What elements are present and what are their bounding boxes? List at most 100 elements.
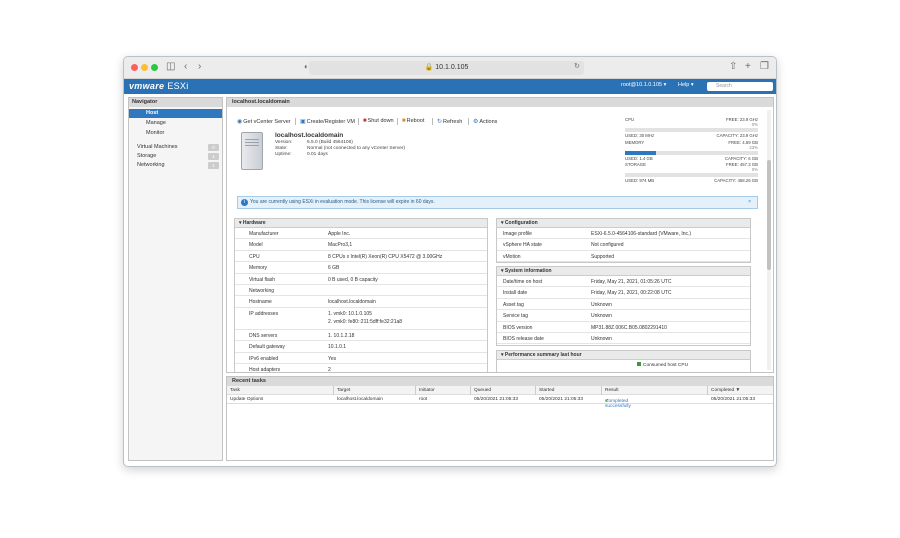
- help-menu[interactable]: Help ▾: [678, 82, 694, 88]
- nav-item-networking[interactable]: Networking 1: [129, 161, 222, 170]
- row-label: Memory: [249, 265, 268, 272]
- back-icon[interactable]: ‹: [184, 61, 187, 73]
- col-queued[interactable]: Queued: [474, 388, 491, 393]
- row-value: 1. 10.1.2.18: [328, 332, 355, 339]
- row-value: Yes: [328, 355, 337, 362]
- cpu-resource: CPU FREE: 23.9 GHz 0% USED: 30 MHz CAPACIT…: [625, 117, 758, 138]
- row-value: Not configured: [591, 242, 624, 249]
- row-value: ESXi-6.5.0-4564106-standard (VMware, Inc…: [591, 231, 692, 237]
- hardware-panel: ▾ Hardware Manufacturer Apple Inc. Model Ma…: [234, 218, 488, 373]
- row-value: Supported: [591, 253, 615, 260]
- row-value: Unknown: [591, 313, 612, 320]
- new-tab-icon[interactable]: +: [745, 61, 751, 73]
- host-uptime: 0.01 days: [307, 152, 328, 157]
- row-label: Host adapters: [249, 366, 281, 373]
- vmware-logo: vmware ESXi: [129, 81, 189, 91]
- address-bar[interactable]: 🔒 10.1.0.105: [309, 61, 584, 75]
- performance-panel: ▾ Performance summary last hour Consumed…: [496, 350, 751, 372]
- create-register-vm-button[interactable]: ▣Create/Register VM: [300, 118, 355, 125]
- row-label: Networking: [249, 287, 275, 294]
- lock-icon: 🔒: [424, 64, 436, 71]
- host-state: Normal (not connected to any vCenter Ser…: [307, 146, 406, 151]
- nav-item-host[interactable]: Host: [129, 109, 222, 118]
- evaluation-notice: i You are currently using ESXi in evalua…: [237, 196, 758, 209]
- info-icon: i: [241, 199, 248, 206]
- host-name: localhost.localdomain: [275, 132, 344, 139]
- table-row: BIOS version MP31.88Z.006C.B05.0802291410: [497, 322, 750, 333]
- navigator-title: Navigator: [129, 98, 222, 107]
- get-vcenter-button[interactable]: ◉Get vCenter Server: [237, 118, 291, 125]
- col-completed[interactable]: Completed ▼: [711, 388, 740, 393]
- nav-item-storage[interactable]: Storage 1: [129, 152, 222, 161]
- row-value: Friday, May 21, 2021, 00:22:08 UTC: [591, 290, 672, 297]
- row-value: MacPro3,1: [328, 242, 353, 249]
- row-label: Date/time on host: [503, 279, 543, 285]
- close-notice-icon[interactable]: ×: [748, 197, 751, 208]
- chart-legend: Consumed host CPU: [637, 362, 688, 368]
- storage-usage-bar: [625, 173, 758, 177]
- system-information-header[interactable]: ▾ System information: [497, 267, 750, 276]
- browser-window: ◫ ‹ › ◐ 🔒 10.1.0.105 ↻ ⇧ + ❐ vmware ESXi …: [123, 56, 777, 467]
- row-value: 1. vmk0: 10.1.0.105: [328, 310, 372, 317]
- row-label: CPU: [249, 253, 260, 260]
- zoom-window-button[interactable]: [151, 64, 158, 71]
- row-label: Default gateway: [249, 344, 285, 351]
- close-window-button[interactable]: [131, 64, 138, 71]
- table-row: Memory 6 GB: [235, 262, 487, 274]
- table-row: Image profile ESXi-6.5.0-4564106-standard…: [497, 228, 750, 240]
- row-label: vSphere HA state: [503, 242, 542, 249]
- row-label: Service tag: [503, 313, 529, 320]
- table-row: IP addresses 1. vmk0: 10.1.0.105 2. vmk0: …: [235, 308, 487, 330]
- reload-icon[interactable]: ↻: [574, 61, 580, 73]
- share-icon[interactable]: ⇧: [729, 61, 737, 73]
- row-label: IP addresses: [249, 310, 279, 317]
- table-row: IPv6 enabled Yes: [235, 353, 487, 364]
- configuration-header[interactable]: ▾ Configuration: [497, 219, 750, 228]
- server-icon: [241, 132, 263, 170]
- row-value: 6 GB: [328, 265, 340, 272]
- row-label: Asset tag: [503, 301, 524, 308]
- main-scrollbar[interactable]: [767, 110, 771, 370]
- nav-item-virtual-machines[interactable]: Virtual Machines 0: [129, 143, 222, 152]
- nav-item-manage[interactable]: Manage: [129, 118, 222, 128]
- storage-resource: STORAGE FREE: 457.3 GB 0% USED: 974 MB CAP…: [625, 162, 758, 183]
- nav-item-monitor[interactable]: Monitor: [129, 128, 222, 138]
- cpu-usage-bar: [625, 128, 758, 132]
- reboot-button[interactable]: ■Reboot: [402, 118, 424, 124]
- row-label: IPv6 enabled: [249, 355, 279, 362]
- address-text: 10.1.0.105: [435, 64, 469, 71]
- shut-down-button[interactable]: ■Shut down: [363, 118, 394, 124]
- col-target[interactable]: Target: [337, 388, 350, 393]
- row-value: Apple Inc.: [328, 231, 351, 237]
- row-label: DNS servers: [249, 332, 278, 339]
- row-value: 2. vmk0: fe80::211:5dff:fe32:21a8: [328, 318, 403, 325]
- col-started[interactable]: Started: [539, 388, 554, 393]
- col-initiator[interactable]: Initiator: [419, 388, 435, 393]
- col-result[interactable]: Result: [605, 388, 619, 393]
- row-label: Install date: [503, 290, 528, 297]
- table-row: Virtual flash 0 B used, 0 B capacity: [235, 274, 487, 285]
- table-row: Networking: [235, 285, 487, 297]
- row-label: Hostname: [249, 299, 272, 306]
- minimize-window-button[interactable]: [141, 64, 148, 71]
- row-label: BIOS version: [503, 324, 533, 331]
- browser-toolbar: ◫ ‹ › ◐ 🔒 10.1.0.105 ↻ ⇧ + ❐: [124, 57, 776, 79]
- tabs-overview-icon[interactable]: ❐: [760, 61, 769, 73]
- row-label: BIOS release date: [503, 335, 544, 342]
- actions-button[interactable]: ⚙Actions: [473, 118, 497, 125]
- performance-header[interactable]: ▾ Performance summary last hour: [497, 351, 750, 360]
- row-value: MP31.88Z.006C.B05.0802291410: [591, 324, 667, 331]
- table-row: Date/time on host Friday, May 21, 2021, 0…: [497, 276, 750, 288]
- host-version: 6.5.0 (Build 4564106): [307, 140, 353, 145]
- configuration-panel: ▾ Configuration Image profile ESXi-6.5.0-…: [496, 218, 751, 263]
- host-uptime-label: Uptime:: [275, 152, 292, 157]
- forward-icon[interactable]: ›: [198, 61, 201, 73]
- col-task[interactable]: Task: [230, 388, 240, 393]
- table-row[interactable]: Update Options localhost.localdomain roo…: [227, 395, 773, 409]
- hardware-header[interactable]: ▾ Hardware: [235, 219, 487, 228]
- refresh-button[interactable]: ↻Refresh: [437, 118, 462, 125]
- sidebar-icon[interactable]: ◫: [166, 61, 175, 73]
- table-row: Install date Friday, May 21, 2021, 00:22:…: [497, 287, 750, 299]
- search-input[interactable]: Search: [707, 82, 773, 91]
- user-menu[interactable]: root@10.1.0.105 ▾: [621, 82, 666, 88]
